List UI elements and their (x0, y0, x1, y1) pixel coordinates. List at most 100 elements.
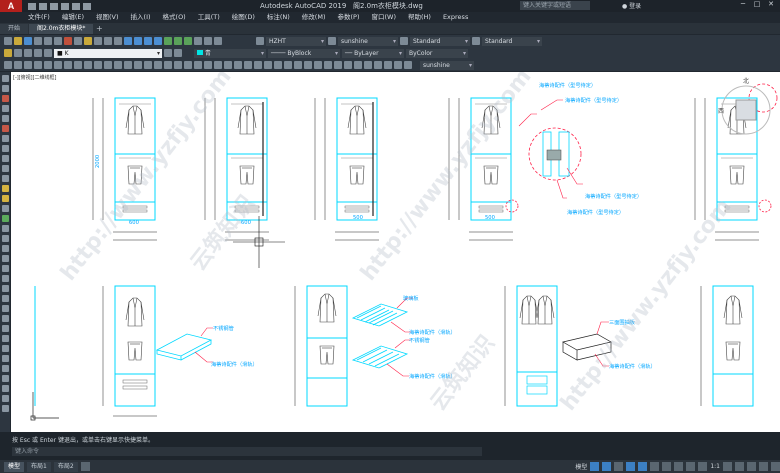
save-icon[interactable] (50, 2, 58, 10)
trim-icon[interactable] (224, 61, 232, 69)
quick-dim-icon[interactable] (84, 61, 92, 69)
redo-icon[interactable] (83, 2, 91, 10)
fillet-tool-icon[interactable] (1, 395, 9, 402)
open-icon[interactable] (39, 2, 47, 10)
join-icon[interactable] (324, 61, 332, 69)
pan-icon[interactable] (124, 37, 132, 45)
visual-style-select[interactable]: sunshine (420, 60, 474, 70)
menu-draw[interactable]: 绘图(D) (226, 12, 261, 23)
lineweight-icon[interactable] (662, 462, 672, 471)
workspace-icon[interactable] (723, 462, 732, 471)
layer-lock-icon[interactable] (44, 49, 52, 57)
calculator-icon[interactable] (214, 37, 222, 45)
isolate-icon[interactable] (735, 462, 744, 471)
zoom-realtime-icon[interactable] (134, 37, 142, 45)
rotate-tool-icon[interactable] (1, 335, 9, 342)
dim-update-icon[interactable] (194, 61, 202, 69)
clean-screen-icon[interactable] (759, 462, 768, 471)
qnew-icon[interactable] (4, 37, 12, 45)
zoom-window-icon[interactable] (144, 37, 152, 45)
trim-tool-icon[interactable] (1, 365, 9, 372)
stretch-tool-icon[interactable] (1, 355, 9, 362)
move-icon[interactable] (204, 61, 212, 69)
break-icon[interactable] (334, 61, 342, 69)
lineweight-select[interactable]: ByColor (406, 48, 468, 58)
offset-tool-icon[interactable] (1, 305, 9, 312)
preview-icon[interactable] (44, 37, 52, 45)
ortho-icon[interactable] (614, 462, 624, 471)
zoom-previous-icon[interactable] (154, 37, 162, 45)
construction-line-icon[interactable] (1, 85, 9, 92)
paste-icon[interactable] (84, 37, 92, 45)
polyline-icon[interactable] (1, 95, 9, 102)
selection-cycle-icon[interactable] (686, 462, 696, 471)
tab-layout2[interactable]: 布局2 (53, 461, 78, 472)
color-select[interactable]: 青 (194, 48, 266, 58)
add-selected-icon[interactable] (1, 265, 9, 272)
point-icon[interactable] (1, 205, 9, 212)
fillet-icon[interactable] (244, 61, 252, 69)
model-space-label[interactable]: 模型 (575, 462, 587, 471)
polygon-icon[interactable] (1, 105, 9, 112)
ellipse-arc-icon[interactable] (1, 175, 9, 182)
dim-linear-icon[interactable] (4, 61, 12, 69)
menu-edit[interactable]: 编辑(E) (56, 12, 90, 23)
extend-tool-icon[interactable] (1, 375, 9, 382)
explode-tool-icon[interactable] (1, 405, 9, 412)
layer-properties-icon[interactable] (4, 49, 12, 57)
sheet-set-icon[interactable] (194, 37, 202, 45)
lengthen-icon[interactable] (344, 61, 352, 69)
save-file-icon[interactable] (24, 37, 32, 45)
design-center-icon[interactable] (174, 37, 182, 45)
undo-icon[interactable] (72, 2, 80, 10)
menu-tools[interactable]: 工具(T) (192, 12, 226, 23)
menu-modify[interactable]: 修改(M) (296, 12, 332, 23)
layer-state-icon[interactable] (14, 49, 22, 57)
stretch-icon[interactable] (304, 61, 312, 69)
close-icon[interactable]: ✕ (764, 0, 778, 11)
scale-value[interactable]: 1:1 (710, 463, 720, 470)
offset-icon[interactable] (284, 61, 292, 69)
make-current-icon[interactable] (164, 49, 172, 57)
tab-start[interactable]: 开始 (0, 24, 29, 34)
dim-continue-icon[interactable] (104, 61, 112, 69)
menu-view[interactable]: 视图(V) (90, 12, 125, 23)
menu-parametric[interactable]: 参数(P) (331, 12, 365, 23)
hatch-icon[interactable] (1, 215, 9, 222)
new-icon[interactable] (28, 2, 36, 10)
layer-select[interactable]: ■ K (54, 48, 162, 58)
tab-layout1[interactable]: 布局1 (27, 461, 51, 472)
hardware-accel-icon[interactable] (747, 462, 756, 471)
snap-icon[interactable] (602, 462, 612, 471)
tolerance-icon[interactable] (134, 61, 142, 69)
grid-icon[interactable] (590, 462, 600, 471)
scale-tool-icon[interactable] (1, 345, 9, 352)
chamfer-icon[interactable] (254, 61, 262, 69)
layer-freeze-icon[interactable] (34, 49, 42, 57)
undo-tool-icon[interactable] (104, 37, 112, 45)
transparency-icon[interactable] (674, 462, 684, 471)
menu-help[interactable]: 帮助(H) (402, 12, 437, 23)
array-icon[interactable] (264, 61, 272, 69)
menu-file[interactable]: 文件(F) (22, 12, 56, 23)
dim-baseline-icon[interactable] (94, 61, 102, 69)
linetype-select-2[interactable]: ── ByLayer (342, 48, 404, 58)
ellipse-icon[interactable] (1, 165, 9, 172)
table-style-select[interactable]: Standard (410, 36, 470, 46)
insert-block-icon[interactable] (1, 185, 9, 192)
copy-icon[interactable] (74, 37, 82, 45)
jogged-linear-icon[interactable] (164, 61, 172, 69)
make-block-icon[interactable] (1, 195, 9, 202)
publish-icon[interactable] (54, 37, 62, 45)
text-style-select[interactable]: HZHT (266, 36, 326, 46)
mirror-tool-icon[interactable] (1, 295, 9, 302)
annotation-scale-icon[interactable] (698, 462, 708, 471)
menu-format[interactable]: 格式(O) (157, 12, 192, 23)
tool-palettes-icon[interactable] (184, 37, 192, 45)
tab-drawing[interactable]: 阁2.0m衣柜模块* (29, 24, 94, 34)
properties-icon[interactable] (164, 37, 172, 45)
dim-break-icon[interactable] (124, 61, 132, 69)
plot-icon[interactable] (34, 37, 42, 45)
dim-radius-icon[interactable] (44, 61, 52, 69)
menu-window[interactable]: 窗口(W) (365, 12, 402, 23)
